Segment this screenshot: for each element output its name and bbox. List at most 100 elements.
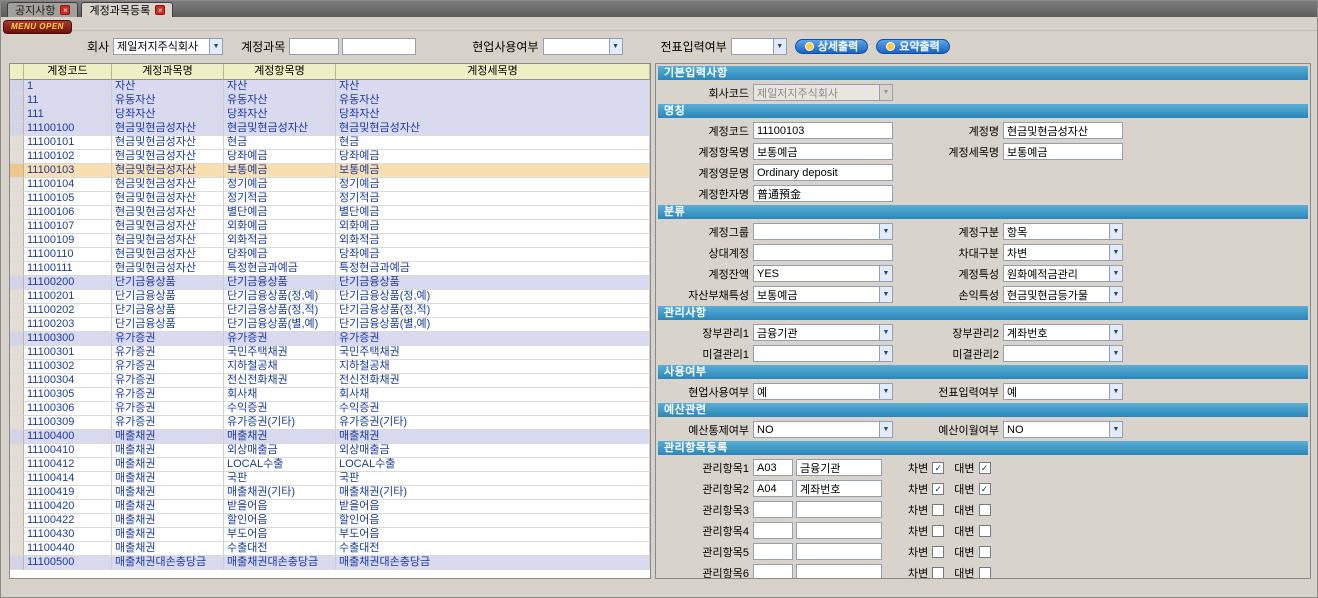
- menu-open-button[interactable]: MENU OPEN: [3, 20, 72, 34]
- business-use-select[interactable]: ▼: [543, 38, 623, 55]
- table-row[interactable]: 11100200단기금융상품단기금융상품단기금융상품: [10, 276, 650, 290]
- table-row[interactable]: 11유동자산유동자산유동자산: [10, 94, 650, 108]
- chevron-down-icon[interactable]: ▼: [209, 39, 222, 54]
- mgmt-item-3-code-input[interactable]: [753, 501, 793, 518]
- summary-print-button[interactable]: 요약출력: [876, 39, 949, 54]
- close-icon[interactable]: ×: [155, 5, 165, 15]
- debit-credit-class-select[interactable]: 차변▼: [1003, 244, 1123, 261]
- tab-notice[interactable]: 공지사항 ×: [7, 2, 78, 17]
- asset-liability-attribute-select[interactable]: 보통예금▼: [753, 286, 893, 303]
- column-header[interactable]: 계정세목명: [336, 64, 650, 80]
- chevron-down-icon[interactable]: ▼: [879, 85, 892, 100]
- table-row[interactable]: 111당좌자산당좌자산당좌자산: [10, 108, 650, 122]
- business-use-yn-select[interactable]: 예▼: [753, 383, 893, 400]
- checkbox[interactable]: [979, 504, 991, 516]
- table-row[interactable]: 11100306유가증권수익증권수익증권: [10, 402, 650, 416]
- chevron-down-icon[interactable]: ▼: [1109, 384, 1122, 399]
- chevron-down-icon[interactable]: ▼: [1109, 266, 1122, 281]
- table-row[interactable]: 11100400매출채권매출채권매출채권: [10, 430, 650, 444]
- table-row[interactable]: 11100305유가증권회사채회사채: [10, 388, 650, 402]
- table-row[interactable]: 11100102현금및현금성자산당좌예금당좌예금: [10, 150, 650, 164]
- chevron-down-icon[interactable]: ▼: [1109, 245, 1122, 260]
- checkbox[interactable]: ✓: [932, 462, 944, 474]
- table-row[interactable]: 11100105현금및현금성자산정기적금정기적금: [10, 192, 650, 206]
- chevron-down-icon[interactable]: ▼: [609, 39, 622, 54]
- mgmt-item-4-name-input[interactable]: [796, 522, 882, 539]
- mgmt-item-1-name-input[interactable]: 금융기관: [796, 459, 882, 476]
- table-row[interactable]: 11100410매출채권외상매출금외상매출금: [10, 444, 650, 458]
- table-row[interactable]: 11100106현금및현금성자산별단예금별단예금: [10, 206, 650, 220]
- checkbox[interactable]: [932, 546, 944, 558]
- chevron-down-icon[interactable]: ▼: [1109, 346, 1122, 361]
- checkbox[interactable]: [932, 525, 944, 537]
- mgmt-item-2-code-input[interactable]: A04: [753, 480, 793, 497]
- account-code-input[interactable]: 11100103: [753, 122, 893, 139]
- table-row[interactable]: 11100304유가증권전신전화채권전신전화채권: [10, 374, 650, 388]
- account-balance-select[interactable]: YES▼: [753, 265, 893, 282]
- table-row[interactable]: 11100302유가증권지하철공채지하철공채: [10, 360, 650, 374]
- table-row[interactable]: 11100414매출채권국판국판: [10, 472, 650, 486]
- budget-control-yn-select[interactable]: NO▼: [753, 421, 893, 438]
- mgmt-item-4-code-input[interactable]: [753, 522, 793, 539]
- ledger-mgmt-1-select[interactable]: 금융기관▼: [753, 324, 893, 341]
- chevron-down-icon[interactable]: ▼: [879, 266, 892, 281]
- mgmt-item-3-name-input[interactable]: [796, 501, 882, 518]
- checkbox[interactable]: [979, 567, 991, 579]
- table-row[interactable]: 11100412매출채권LOCAL수출LOCAL수출: [10, 458, 650, 472]
- mgmt-item-1-code-input[interactable]: A03: [753, 459, 793, 476]
- account-code-input[interactable]: [289, 38, 339, 55]
- account-item-name-input[interactable]: 보통예금: [753, 143, 893, 160]
- mgmt-item-5-code-input[interactable]: [753, 543, 793, 560]
- open-mgmt-1-select[interactable]: ▼: [753, 345, 893, 362]
- profit-loss-attribute-select[interactable]: 현금및현금등가물▼: [1003, 286, 1123, 303]
- mgmt-item-2-name-input[interactable]: 계좌번호: [796, 480, 882, 497]
- table-row[interactable]: 11100109현금및현금성자산외화적금외화적금: [10, 234, 650, 248]
- table-row[interactable]: 11100202단기금융상품단기금융상품(정,적)단기금융상품(정,적): [10, 304, 650, 318]
- checkbox[interactable]: ✓: [932, 483, 944, 495]
- checkbox[interactable]: [932, 504, 944, 516]
- table-row[interactable]: 11100419매출채권매출채권(기타)매출채권(기타): [10, 486, 650, 500]
- account-class-select[interactable]: 항목▼: [1003, 223, 1123, 240]
- checkbox[interactable]: ✓: [979, 462, 991, 474]
- chevron-down-icon[interactable]: ▼: [879, 224, 892, 239]
- table-row[interactable]: 11100104현금및현금성자산정기예금정기예금: [10, 178, 650, 192]
- chevron-down-icon[interactable]: ▼: [879, 422, 892, 437]
- table-row[interactable]: 11100107현금및현금성자산외화예금외화예금: [10, 220, 650, 234]
- table-row[interactable]: 11100203단기금융상품단기금융상품(별,예)단기금융상품(별,예): [10, 318, 650, 332]
- column-header[interactable]: 계정항목명: [224, 64, 336, 80]
- mgmt-item-6-name-input[interactable]: [796, 564, 882, 579]
- account-group-select[interactable]: ▼: [753, 223, 893, 240]
- table-row[interactable]: 11100440매출채권수출대전수출대전: [10, 542, 650, 556]
- chevron-down-icon[interactable]: ▼: [879, 384, 892, 399]
- checkbox[interactable]: ✓: [979, 483, 991, 495]
- checkbox[interactable]: [979, 546, 991, 558]
- checkbox[interactable]: [979, 525, 991, 537]
- company-code-select[interactable]: 제일저지주식회사▼: [753, 84, 893, 101]
- slip-entry-yn-select[interactable]: 예▼: [1003, 383, 1123, 400]
- table-row[interactable]: 11100422매출채권할인어음할인어음: [10, 514, 650, 528]
- tab-account-registration[interactable]: 계정과목등록 ×: [81, 2, 173, 17]
- table-row[interactable]: 1자산자산자산: [10, 80, 650, 94]
- table-row[interactable]: 11100100현금및현금성자산현금및현금성자산현금및현금성자산: [10, 122, 650, 136]
- slip-entry-select[interactable]: ▼: [731, 38, 787, 55]
- table-row[interactable]: 11100420매출채권받을어음받을어음: [10, 500, 650, 514]
- open-mgmt-2-select[interactable]: ▼: [1003, 345, 1123, 362]
- detail-print-button[interactable]: 상세출력: [795, 39, 868, 54]
- company-select[interactable]: 제일저지주식회사 ▼: [113, 38, 223, 55]
- account-hanja-name-input[interactable]: 普通預金: [753, 185, 893, 202]
- chevron-down-icon[interactable]: ▼: [879, 346, 892, 361]
- mgmt-item-5-name-input[interactable]: [796, 543, 882, 560]
- table-row[interactable]: 11100103현금및현금성자산보통예금보통예금: [10, 164, 650, 178]
- account-english-name-input[interactable]: Ordinary deposit: [753, 164, 893, 181]
- column-header[interactable]: 계정코드: [24, 64, 112, 80]
- counter-account-input[interactable]: [753, 244, 893, 261]
- table-row[interactable]: 11100309유가증권유가증권(기타)유가증권(기타): [10, 416, 650, 430]
- budget-carryover-yn-select[interactable]: NO▼: [1003, 421, 1123, 438]
- account-attribute-select[interactable]: 원화예적금관리▼: [1003, 265, 1123, 282]
- chevron-down-icon[interactable]: ▼: [1109, 287, 1122, 302]
- account-name-input[interactable]: 현금및현금성자산: [1003, 122, 1123, 139]
- chevron-down-icon[interactable]: ▼: [1109, 422, 1122, 437]
- close-icon[interactable]: ×: [60, 5, 70, 15]
- account-name-input[interactable]: [342, 38, 416, 55]
- chevron-down-icon[interactable]: ▼: [773, 39, 786, 54]
